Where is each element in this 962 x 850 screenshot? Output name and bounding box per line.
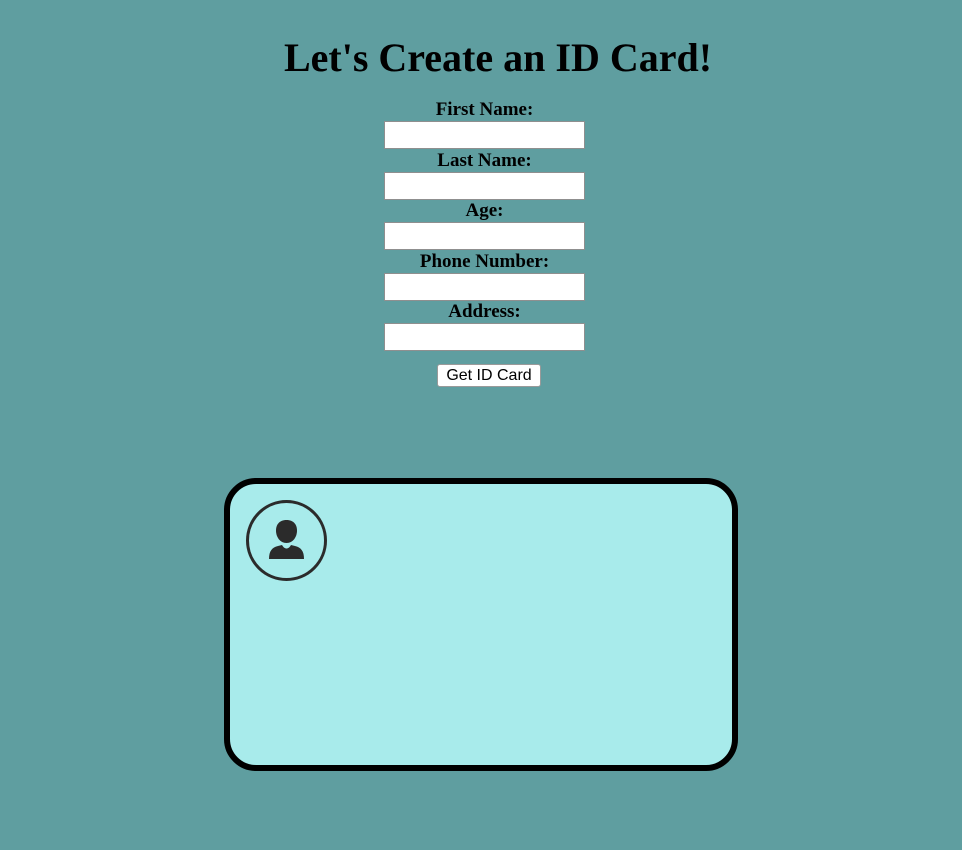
age-input[interactable]	[384, 222, 585, 250]
address-input[interactable]	[384, 323, 585, 351]
last-name-input[interactable]	[384, 171, 585, 200]
phone-number-label: Phone Number:	[419, 250, 550, 272]
phone-number-input[interactable]	[384, 272, 585, 301]
phone-number-group: Phone Number:	[384, 250, 585, 301]
page-title: Let's Create an ID Card!	[283, 35, 713, 80]
age-group: Age:	[384, 199, 585, 250]
last-name-group: Last Name:	[384, 149, 585, 200]
last-name-label: Last Name:	[437, 149, 532, 171]
avatar	[246, 500, 327, 581]
address-label: Address:	[448, 301, 521, 322]
user-icon	[269, 520, 304, 559]
first-name-group: First Name:	[384, 98, 585, 149]
address-group: Address:	[384, 300, 585, 351]
age-label: Age:	[465, 200, 504, 221]
get-id-card-button[interactable]: Get ID Card	[437, 364, 541, 387]
first-name-label: First Name:	[435, 99, 534, 120]
id-card	[224, 478, 738, 771]
id-card-form: First Name: Last Name: Age: Phone Number…	[384, 98, 585, 351]
first-name-input[interactable]	[384, 121, 585, 149]
